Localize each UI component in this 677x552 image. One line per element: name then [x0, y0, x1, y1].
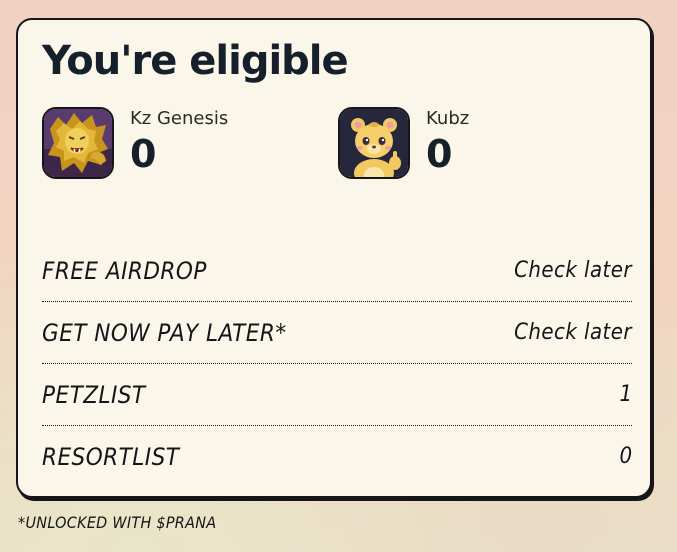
collection-name: Kz Genesis	[130, 108, 229, 129]
lion-avatar-icon	[42, 107, 114, 179]
collection-count: 0	[426, 132, 453, 176]
row-resortlist: RESORTLIST 0	[42, 426, 632, 487]
row-label: FREE AIRDROP	[42, 256, 207, 285]
row-value: Check later	[514, 258, 632, 283]
row-label: GET NOW PAY LATER*	[42, 318, 287, 347]
footnote: *UNLOCKED WITH $PRANA	[18, 513, 217, 532]
row-free-airdrop: FREE AIRDROP Check later	[42, 240, 632, 302]
eligibility-card: You're eligible Kz Genesis 0 Kubz 0 FREE…	[16, 18, 652, 498]
row-value: Check later	[514, 320, 632, 345]
row-label: PETZLIST	[42, 380, 146, 409]
page-title: You're eligible	[42, 38, 349, 84]
row-get-now-pay-later: GET NOW PAY LATER* Check later	[42, 302, 632, 364]
collection-info: Kz Genesis 0	[130, 107, 228, 174]
eligibility-list: FREE AIRDROP Check later GET NOW PAY LAT…	[42, 240, 632, 487]
row-value: 0	[618, 444, 632, 469]
row-value: 1	[618, 382, 632, 407]
collection-kz-genesis: Kz Genesis 0	[42, 107, 228, 179]
collection-kubz: Kubz 0	[338, 107, 469, 179]
row-label: RESORTLIST	[42, 442, 180, 471]
collection-info: Kubz 0	[426, 107, 469, 174]
row-petzlist: PETZLIST 1	[42, 364, 632, 426]
cub-avatar-icon	[338, 107, 410, 179]
collection-count: 0	[130, 132, 157, 176]
collection-name: Kubz	[426, 108, 470, 129]
